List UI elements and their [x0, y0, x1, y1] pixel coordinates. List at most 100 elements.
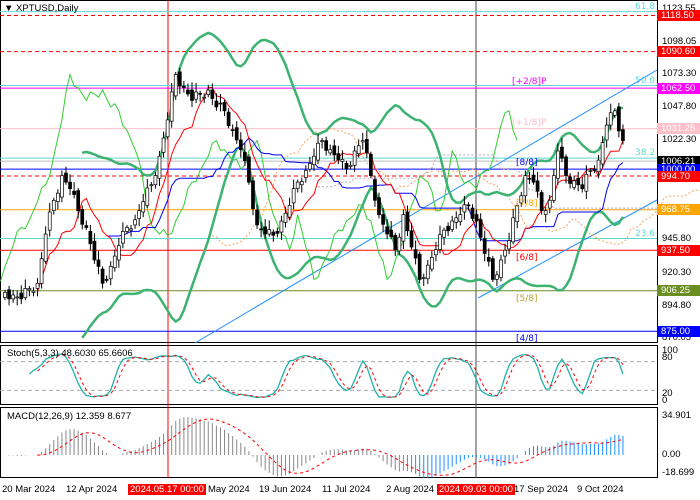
candle-body	[125, 227, 129, 232]
price-level-label: 1118.50	[657, 9, 700, 21]
candle-body	[247, 156, 251, 183]
candle-body	[596, 159, 601, 173]
symbol-title: XPTUSD,Daily	[16, 3, 79, 14]
price-level-label: 906.25	[657, 285, 700, 297]
candle-body	[600, 142, 605, 165]
time-label: 17 Sep 2024	[514, 484, 568, 495]
murrey-level-tag: [8/8]	[516, 158, 538, 169]
candle-body	[190, 89, 194, 101]
candle-body	[96, 259, 101, 267]
candle-body	[295, 181, 300, 189]
candle-body	[202, 96, 207, 99]
candle-body	[43, 233, 48, 262]
price-tick: 920.30	[662, 266, 692, 278]
candle-body	[450, 220, 455, 230]
candle-body	[381, 214, 385, 225]
candle-body	[438, 234, 442, 250]
candle-body	[446, 225, 450, 232]
stoch-label: Stoch(5,3,3) 48.6030 65.6606	[7, 348, 133, 359]
fibo-label: 50.0	[635, 75, 656, 86]
price-level-label: 1062.50	[657, 82, 700, 94]
candle-body	[356, 145, 361, 154]
candle-body	[263, 226, 268, 235]
candle-body	[299, 181, 304, 186]
candle-body	[283, 212, 288, 223]
candle-body	[149, 184, 154, 187]
candle-body	[592, 168, 597, 171]
candle-body	[364, 138, 369, 154]
candle-body	[157, 155, 162, 179]
candle-body	[442, 229, 446, 238]
candle-body	[279, 220, 284, 233]
candle-body	[100, 268, 105, 284]
candle-body	[316, 142, 320, 161]
candle-body	[369, 153, 373, 177]
price-tick: 894.80	[662, 299, 692, 311]
candle-body	[182, 85, 186, 88]
candle-body	[121, 231, 125, 244]
murrey-level-tag: [+1/8]P	[512, 117, 547, 128]
candle-body	[608, 112, 613, 126]
candle-body	[234, 127, 239, 141]
candle-body	[165, 119, 170, 138]
candle-body	[397, 236, 402, 252]
candle-body	[511, 217, 516, 243]
chikou-line	[0, 72, 518, 282]
price-tick: 1047.80	[662, 101, 697, 113]
candle-body	[7, 289, 11, 300]
candle-body	[47, 211, 52, 231]
candle-body	[238, 139, 243, 151]
candle-body	[466, 204, 471, 207]
candle-body	[161, 137, 166, 153]
candle-body	[186, 89, 190, 95]
candle-body	[222, 102, 227, 112]
candle-body	[51, 199, 56, 212]
candle-body	[84, 225, 89, 228]
candle-body	[393, 234, 398, 250]
candle-body	[104, 279, 109, 281]
candle-body	[352, 150, 357, 166]
candle-body	[580, 184, 585, 189]
candle-body	[389, 229, 394, 237]
candle-body	[133, 219, 137, 226]
candle-body	[259, 228, 263, 231]
murrey-level-tag: [4/8]	[516, 334, 538, 345]
candle-body	[137, 210, 142, 219]
candle-body	[507, 240, 511, 250]
price-tick: 1022.30	[662, 134, 697, 146]
candle-body	[141, 201, 146, 213]
candle-body	[499, 259, 503, 278]
candle-body	[198, 92, 202, 95]
candle-body	[243, 151, 247, 162]
candle-body	[568, 176, 572, 184]
candle-body	[308, 162, 312, 170]
candle-body	[482, 238, 487, 254]
candle-body	[39, 258, 44, 284]
price-level-label: 875.00	[657, 325, 700, 337]
candle-body	[328, 149, 333, 154]
murrey-level-tag: [+2/8]P	[512, 77, 547, 88]
candle-body	[576, 177, 581, 186]
chart-title: ▼ XPTUSD,Daily	[4, 3, 79, 14]
time-label: 11 Jul 2024	[322, 484, 371, 495]
candle-body	[287, 205, 292, 218]
macd-tick: -18.699	[662, 467, 695, 478]
candle-body	[291, 188, 296, 204]
candle-body	[405, 211, 410, 232]
candle-body	[112, 255, 117, 269]
candle-body	[543, 210, 548, 215]
candle-body	[604, 124, 609, 141]
candle-body	[547, 199, 552, 209]
time-label: 19 Jun 2024	[259, 484, 312, 495]
candle-body	[92, 240, 97, 261]
candle-body	[556, 150, 560, 179]
candle-body	[344, 162, 349, 170]
time-label: 9 Oct 2024	[577, 484, 624, 495]
candle-body	[470, 207, 475, 219]
candle-body	[169, 91, 174, 122]
candle-body	[55, 192, 60, 202]
candle-body	[72, 190, 76, 195]
candle-body	[360, 140, 365, 143]
candle-body	[417, 253, 422, 280]
candle-body	[214, 100, 219, 108]
